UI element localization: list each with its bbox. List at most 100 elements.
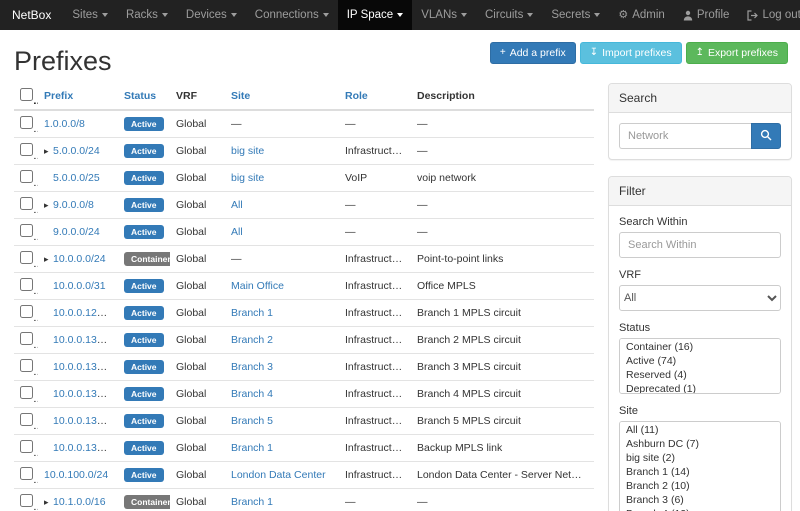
site-link[interactable]: Branch 4 — [231, 388, 273, 400]
filter-option[interactable]: Ashburn DC (7) — [620, 437, 780, 451]
prefix-link[interactable]: 9.0.0.0/24 — [53, 226, 100, 238]
column-header-site[interactable]: Site — [231, 90, 250, 102]
row-checkbox[interactable] — [20, 278, 33, 291]
nav-item-admin[interactable]: ⚙ Admin — [609, 0, 673, 30]
prefix-link[interactable]: 10.0.0.128/31 — [53, 307, 117, 319]
site-link[interactable]: All — [231, 199, 243, 211]
row-checkbox[interactable] — [20, 170, 33, 183]
filter-option[interactable]: Branch 2 (10) — [620, 479, 780, 493]
nav-item-devices[interactable]: Devices — [177, 0, 246, 30]
row-checkbox[interactable] — [20, 467, 33, 480]
site-link[interactable]: big site — [231, 145, 264, 157]
role-cell: Infrastructure — [339, 300, 411, 327]
import-prefixes-label: Import prefixes — [602, 47, 671, 59]
status-badge: Container — [124, 252, 170, 266]
filter-option[interactable]: Branch 1 (14) — [620, 465, 780, 479]
select-all-checkbox[interactable] — [20, 88, 33, 101]
expand-caret-icon[interactable]: ▸ — [44, 254, 53, 265]
nav-item-sites[interactable]: Sites — [63, 0, 117, 30]
filter-option[interactable]: Reserved (4) — [620, 368, 780, 382]
status-cell: Active — [118, 408, 170, 435]
expand-caret-icon[interactable]: ▸ — [44, 146, 53, 157]
site-link[interactable]: Branch 1 — [231, 442, 273, 454]
nav-item-racks[interactable]: Racks — [117, 0, 177, 30]
filter-option[interactable]: big site (2) — [620, 451, 780, 465]
filter-option[interactable]: Branch 4 (12) — [620, 507, 780, 511]
chevron-down-icon — [323, 13, 329, 17]
filter-option[interactable]: Active (74) — [620, 354, 780, 368]
site-link[interactable]: Branch 2 — [231, 334, 273, 346]
import-prefixes-button[interactable]: ↧ Import prefixes — [580, 42, 682, 64]
filter-option[interactable]: Container (16) — [620, 340, 780, 354]
filter-panel-title: Filter — [609, 177, 791, 206]
search-button[interactable] — [751, 123, 781, 149]
row-checkbox[interactable] — [20, 359, 33, 372]
brand-logo[interactable]: NetBox — [0, 0, 63, 30]
export-prefixes-button[interactable]: ↥ Export prefixes — [686, 42, 788, 64]
prefix-link[interactable]: 10.0.0.132/31 — [53, 361, 117, 373]
description-cell: — — [411, 192, 594, 219]
table-row: 1.0.0.0/8ActiveGlobal——— — [14, 110, 594, 138]
prefix-link[interactable]: 9.0.0.0/8 — [53, 199, 94, 211]
row-checkbox[interactable] — [20, 143, 33, 156]
row-checkbox[interactable] — [20, 305, 33, 318]
filter-option[interactable]: All (11) — [620, 423, 780, 437]
vrf-cell: Global — [170, 273, 225, 300]
site-filter-select[interactable]: All (11)Ashburn DC (7)big site (2)Branch… — [619, 421, 781, 511]
table-header-row: Prefix Status VRF Site Role Description — [14, 83, 594, 110]
nav-item-connections[interactable]: Connections — [246, 0, 338, 30]
site-cell: big site — [225, 165, 339, 192]
site-link[interactable]: Branch 5 — [231, 415, 273, 427]
row-checkbox[interactable] — [20, 494, 33, 507]
site-link[interactable]: Branch 1 — [231, 496, 273, 508]
site-link[interactable]: big site — [231, 172, 264, 184]
site-link[interactable]: Branch 3 — [231, 361, 273, 373]
filter-option[interactable]: Deprecated (1) — [620, 382, 780, 394]
column-header-status[interactable]: Status — [124, 90, 156, 102]
row-checkbox[interactable] — [20, 116, 33, 129]
status-cell: Active — [118, 273, 170, 300]
row-checkbox[interactable] — [20, 197, 33, 210]
nav-item-logout[interactable]: Log out — [738, 0, 800, 30]
nav-item-secrets[interactable]: Secrets — [542, 0, 609, 30]
prefix-link[interactable]: 10.0.0.134/31 — [53, 388, 117, 400]
row-checkbox[interactable] — [20, 440, 33, 453]
add-prefix-button[interactable]: + Add a prefix — [490, 42, 576, 64]
prefix-link[interactable]: 5.0.0.0/25 — [53, 172, 100, 184]
column-header-role[interactable]: Role — [345, 90, 368, 102]
search-within-input[interactable] — [619, 232, 781, 258]
site-link[interactable]: Main Office — [231, 280, 284, 292]
prefix-link[interactable]: 10.1.0.0/16 — [53, 496, 106, 508]
row-checkbox[interactable] — [20, 386, 33, 399]
description-cell: — — [411, 219, 594, 246]
prefix-link[interactable]: 10.0.0.136/31 — [53, 415, 117, 427]
prefix-link[interactable]: 5.0.0.0/24 — [53, 145, 100, 157]
column-header-prefix[interactable]: Prefix — [44, 90, 73, 102]
nav-item-circuits[interactable]: Circuits — [476, 0, 542, 30]
site-link[interactable]: Branch 1 — [231, 307, 273, 319]
prefix-link[interactable]: 1.0.0.0/8 — [44, 118, 85, 130]
row-checkbox[interactable] — [20, 332, 33, 345]
expand-caret-icon[interactable]: ▸ — [44, 497, 53, 508]
status-badge: Active — [124, 387, 164, 401]
row-checkbox[interactable] — [20, 413, 33, 426]
row-checkbox[interactable] — [20, 224, 33, 237]
prefix-link[interactable]: 10.0.0.0/31 — [53, 280, 106, 292]
nav-item-vlans[interactable]: VLANs — [412, 0, 476, 30]
status-filter-select[interactable]: Container (16)Active (74)Reserved (4)Dep… — [619, 338, 781, 394]
search-input[interactable] — [619, 123, 751, 149]
row-checkbox[interactable] — [20, 251, 33, 264]
expand-caret-icon[interactable]: ▸ — [44, 200, 53, 211]
prefix-link[interactable]: 10.0.0.0/24 — [53, 253, 106, 265]
prefix-link[interactable]: 10.0.100.0/24 — [44, 469, 108, 481]
site-link[interactable]: London Data Center — [231, 469, 326, 481]
filter-option[interactable]: Branch 3 (6) — [620, 493, 780, 507]
nav-item-profile[interactable]: Profile — [674, 0, 739, 30]
description-cell: Branch 3 MPLS circuit — [411, 354, 594, 381]
prefix-link[interactable]: 10.0.0.138/31 — [53, 442, 117, 454]
site-link[interactable]: All — [231, 226, 243, 238]
nav-item-ip-space[interactable]: IP Space — [338, 0, 412, 30]
vrf-filter-select[interactable]: All — [619, 285, 781, 311]
prefix-link[interactable]: 10.0.0.130/31 — [53, 334, 117, 346]
status-badge: Container — [124, 495, 170, 509]
